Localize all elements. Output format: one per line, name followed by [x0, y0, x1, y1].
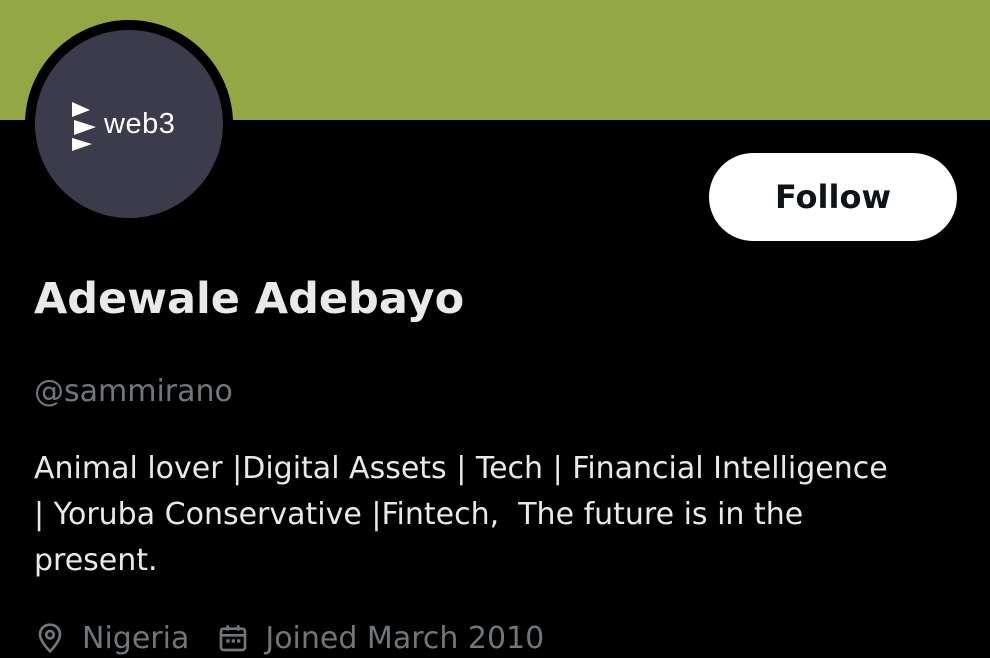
bio-line: | Yoruba Conservative |Fintech, The futu…	[34, 497, 804, 532]
location-text: Nigeria	[82, 620, 190, 656]
display-name: Adewale Adebayo	[34, 274, 465, 324]
joined-date-text: Joined March 2010	[265, 620, 545, 656]
calendar-icon	[220, 625, 247, 652]
location-pin-icon	[38, 623, 62, 654]
joined-item: Joined March 2010	[217, 621, 544, 656]
bio-line: Animal lover |Digital Assets | Tech | Fi…	[34, 451, 888, 486]
follow-button[interactable]: Follow	[709, 153, 957, 241]
web3-logo-icon	[72, 102, 96, 151]
avatar-brand-text: web3	[104, 108, 176, 140]
user-handle: @sammirano	[34, 374, 233, 409]
bio-line: present.	[34, 543, 158, 578]
profile-meta: Nigeria Joined March 2010	[34, 618, 544, 658]
profile-bio: Animal lover |Digital Assets | Tech | Fi…	[34, 446, 964, 584]
location-item: Nigeria	[34, 621, 189, 656]
